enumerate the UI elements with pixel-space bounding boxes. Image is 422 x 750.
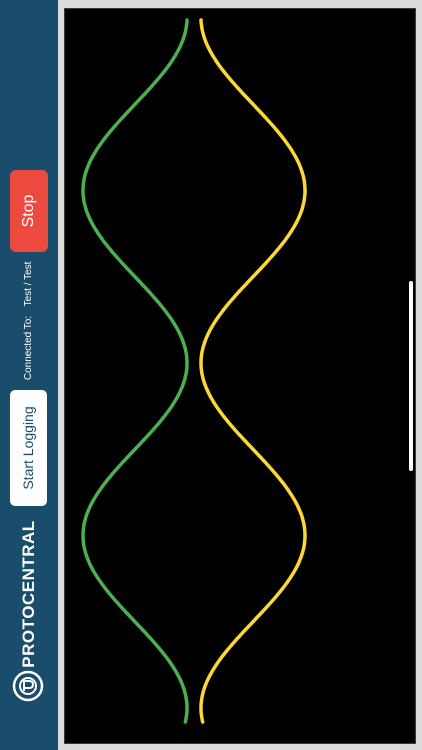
start-logging-label: Start Logging <box>20 406 36 490</box>
scrollbar[interactable] <box>409 281 413 471</box>
waveform-plot <box>64 8 416 744</box>
brand-text: PROTOCENTRAL <box>19 520 38 668</box>
sidebar: Stop Connected To: Test / Test Start Log… <box>0 0 58 750</box>
waveform-svg <box>81 18 307 724</box>
waveform-series-1 <box>81 18 189 724</box>
connected-label: Connected To: <box>23 315 34 381</box>
waveform-series-2 <box>199 18 307 724</box>
stop-button-label: Stop <box>20 194 37 228</box>
connected-value: Test / Test <box>23 261 34 307</box>
protocentral-logo-icon <box>12 670 44 702</box>
start-logging-button[interactable]: Start Logging <box>10 390 47 506</box>
stop-button[interactable]: Stop <box>10 170 48 252</box>
